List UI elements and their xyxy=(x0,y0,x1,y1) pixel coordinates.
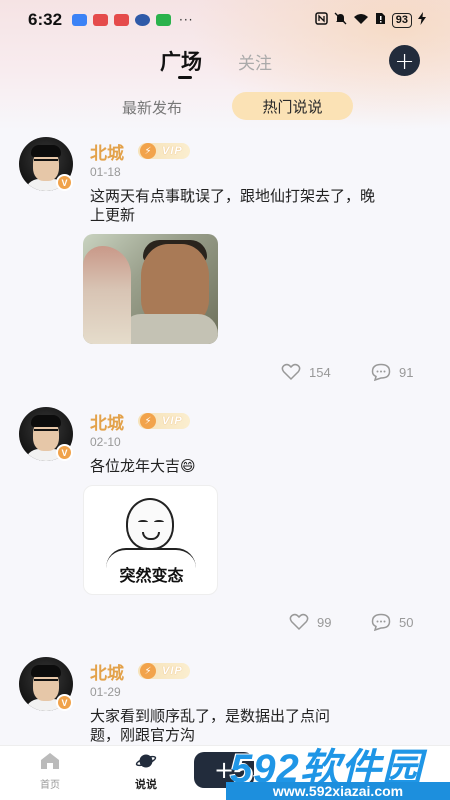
post-date: 01-18 xyxy=(90,165,121,179)
vip-badge-icon: V xyxy=(56,174,73,191)
subtab-latest[interactable]: 最新发布 xyxy=(122,97,182,118)
top-tabs: 广场 关注 + xyxy=(0,44,450,84)
plus-icon: + xyxy=(394,46,415,75)
comment-count: 50 xyxy=(399,614,414,630)
vip-tag: ⚡ VIP xyxy=(138,663,190,679)
watermark: 592软件园 www.592xiazai.com xyxy=(226,728,450,800)
lightning-icon: ⚡ xyxy=(140,413,156,429)
more-notifications-icon: ··· xyxy=(179,13,194,27)
nav-shuoshuo-label: 说说 xyxy=(135,778,157,791)
lightning-icon: ⚡ xyxy=(140,663,156,679)
nav-shuoshuo[interactable]: 说说 xyxy=(124,752,168,792)
comment-count: 91 xyxy=(399,364,414,380)
post-date: 01-29 xyxy=(90,685,121,699)
comment-button[interactable]: 50 xyxy=(371,613,413,631)
subtab-hot-label: 热门说说 xyxy=(262,97,323,116)
post-card[interactable]: V 北城 ⚡ VIP 01-18 这两天有点事耽误了，跟地仙打架去了，晚上更新 … xyxy=(0,137,450,397)
username[interactable]: 北城 xyxy=(90,659,124,684)
status-bar: 6:32 ··· 93 xyxy=(0,0,450,40)
like-count: 99 xyxy=(317,614,332,630)
comment-icon xyxy=(371,613,391,631)
planet-icon xyxy=(135,754,157,768)
like-count: 154 xyxy=(309,364,331,380)
nav-home-label: 首页 xyxy=(40,780,60,791)
battery-indicator: 93 xyxy=(391,12,412,28)
vip-badge-icon: V xyxy=(56,444,73,461)
add-post-button[interactable]: + xyxy=(389,45,420,76)
post-card[interactable]: V 北城 ⚡ VIP 02-10 各位龙年大吉😄 突然变态 99 50 xyxy=(0,407,450,647)
like-button[interactable]: 99 xyxy=(289,613,331,631)
vip-badge-icon: V xyxy=(56,694,73,711)
charging-icon xyxy=(418,12,426,28)
heart-icon xyxy=(281,363,301,381)
vip-tag: ⚡ VIP xyxy=(138,143,190,159)
active-tab-indicator xyxy=(178,76,192,79)
mute-icon xyxy=(334,12,347,28)
status-time: 6:32 xyxy=(28,10,63,29)
vip-label: VIP xyxy=(162,415,183,427)
nav-home[interactable]: 首页 xyxy=(30,752,70,791)
wifi-icon xyxy=(353,13,369,28)
app-notification-icon xyxy=(72,14,88,26)
username[interactable]: 北城 xyxy=(90,139,124,164)
like-button[interactable]: 154 xyxy=(281,363,331,381)
home-icon xyxy=(41,753,59,769)
app-notification-icon xyxy=(114,14,130,26)
status-right: 93 xyxy=(315,12,426,28)
vip-label: VIP xyxy=(162,145,183,157)
watermark-url: www.592xiazai.com xyxy=(226,782,450,800)
tab-follow[interactable]: 关注 xyxy=(238,49,272,74)
app-notification-icon xyxy=(93,14,109,26)
subtab-hot[interactable]: 热门说说 xyxy=(232,92,353,120)
vip-label: VIP xyxy=(162,665,183,677)
post-date: 02-10 xyxy=(90,435,121,449)
comment-icon xyxy=(371,363,391,381)
nfc-icon xyxy=(315,12,328,28)
post-image[interactable] xyxy=(83,234,218,344)
meme-caption: 突然变态 xyxy=(119,566,184,585)
post-text: 各位龙年大吉😄 xyxy=(90,457,196,475)
sim-alert-icon xyxy=(375,12,386,28)
post-text: 这两天有点事耽误了，跟地仙打架去了，晚上更新 xyxy=(90,187,376,224)
comment-button[interactable]: 91 xyxy=(371,363,413,381)
heart-icon xyxy=(289,613,309,631)
vip-tag: ⚡ VIP xyxy=(138,413,190,429)
tab-square[interactable]: 广场 xyxy=(160,46,202,76)
app-notification-icon xyxy=(135,14,151,26)
username[interactable]: 北城 xyxy=(90,409,124,434)
lightning-icon: ⚡ xyxy=(140,143,156,159)
post-image[interactable]: 突然变态 xyxy=(83,485,218,595)
wechat-icon xyxy=(156,14,172,26)
